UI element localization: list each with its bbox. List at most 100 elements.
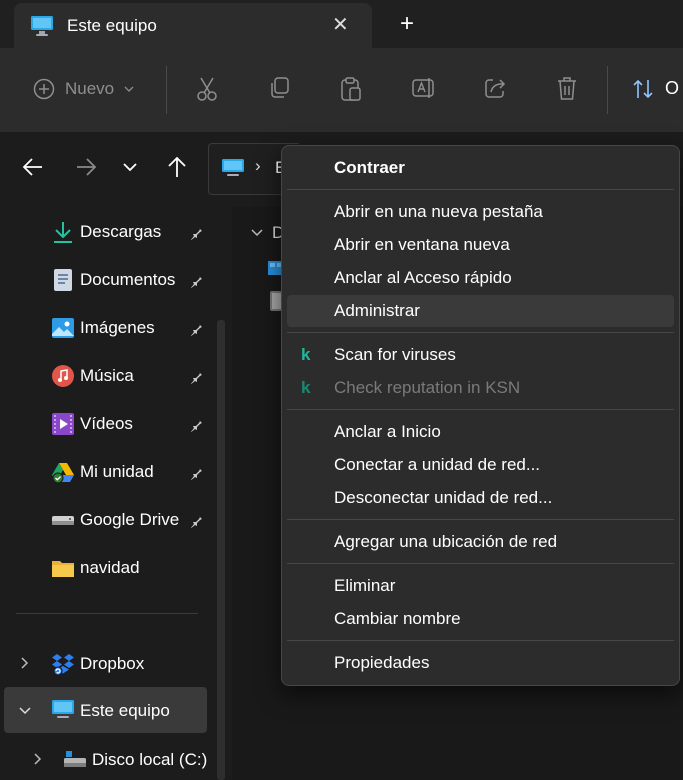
pin-icon [187,272,203,293]
computer-icon [221,158,245,183]
recent-locations-chevron-icon[interactable] [122,161,138,179]
menu-separator [287,409,674,410]
menu-item-map-network-drive[interactable]: Conectar a unidad de red... [287,449,674,481]
sort-label: O [665,78,680,98]
sidebar-item-label: Este equipo [80,701,170,720]
menu-item-add-network-location[interactable]: Agregar una ubicación de red [287,526,674,558]
menu-item-pin-start[interactable]: Anclar a Inicio [287,416,674,448]
pin-icon [187,224,203,245]
tab-este-equipo[interactable]: Este equipo ✕ [14,3,372,48]
menu-item-open-new-window[interactable]: Abrir en ventana nueva [287,229,674,261]
sidebar-item-disco-local[interactable]: Disco local (C:) [0,739,215,779]
download-icon [51,220,75,244]
sidebar-item-label: Vídeos [80,414,133,433]
sidebar-item-navidad[interactable]: navidad [0,547,210,587]
tab-title: Este equipo [67,16,157,35]
forward-arrow-icon[interactable] [75,157,97,182]
menu-item-delete[interactable]: Eliminar [287,570,674,602]
drive-icon [51,508,75,532]
sidebar-item-label: Disco local (C:) [92,750,208,769]
sidebar-item-label: navidad [80,558,140,577]
rename-icon[interactable] [411,76,437,105]
menu-item-label: Eliminar [334,576,396,595]
menu-item-administrar[interactable]: Administrar [287,295,674,327]
sidebar-item-google-drive[interactable]: Google Drive [0,499,210,539]
up-arrow-icon[interactable] [166,155,188,184]
menu-item-properties[interactable]: Propiedades [287,647,674,679]
menu-item-label: Cambiar nombre [334,609,461,628]
menu-item-open-new-tab[interactable]: Abrir en una nueva pestaña [287,196,674,228]
menu-item-pin-quick-access[interactable]: Anclar al Acceso rápido [287,262,674,294]
google-drive-icon [51,460,75,484]
sidebar-item-label: Google Drive [80,510,180,529]
sidebar-item-label: Descargas [80,222,162,241]
pin-icon [187,320,203,341]
sort-button[interactable]: O [632,78,679,100]
close-tab-icon[interactable]: ✕ [332,13,349,37]
new-button[interactable]: Nuevo [33,78,134,100]
menu-item-label: Propiedades [334,653,430,672]
group-chevron-down-icon[interactable] [250,225,264,243]
menu-item-scan-viruses[interactable]: k Scan for viruses [287,339,674,371]
sidebar-item-documentos[interactable]: Documentos [0,259,210,299]
sidebar-item-dropbox[interactable]: Dropbox [0,643,210,683]
sidebar-item-videos[interactable]: Vídeos [0,403,210,443]
chevron-down-icon [124,86,134,92]
videos-icon [51,412,75,436]
sidebar-item-mi-unidad[interactable]: Mi unidad [0,451,210,491]
title-bar: Este equipo ✕ + [0,0,683,48]
disk-icon [63,748,87,772]
chevron-down-icon[interactable] [18,703,32,719]
images-icon [51,316,75,340]
sidebar-item-descargas[interactable]: Descargas [0,211,210,251]
dropbox-icon [51,652,75,676]
kaspersky-icon: k [301,345,311,364]
menu-separator [287,519,674,520]
menu-item-label: Agregar una ubicación de red [334,532,558,551]
plus-circle-icon [33,78,55,100]
menu-item-label: Abrir en ventana nueva [334,235,510,254]
sidebar-item-label: Mi unidad [80,462,154,481]
command-bar: Nuevo O [0,48,683,133]
chevron-right-icon[interactable] [33,752,43,769]
sidebar-item-label: Documentos [80,270,176,289]
delete-icon[interactable] [556,76,578,107]
menu-item-disconnect-network-drive[interactable]: Desconectar unidad de red... [287,482,674,514]
cut-icon[interactable] [196,76,218,107]
sidebar-item-imagenes[interactable]: Imágenes [0,307,210,347]
menu-item-label: Abrir en una nueva pestaña [334,202,543,221]
chevron-right-icon[interactable] [20,656,30,673]
menu-separator [287,189,674,190]
context-menu: Contraer Abrir en una nueva pestaña Abri… [281,145,680,686]
computer-icon [51,699,75,723]
music-icon [51,364,75,388]
documents-icon [51,268,75,292]
share-icon[interactable] [483,76,507,105]
sidebar-scrollbar[interactable] [217,320,225,780]
toolbar-divider [166,66,167,114]
sidebar-item-label: Dropbox [80,654,145,673]
new-button-label: Nuevo [65,79,115,98]
sidebar-item-label: Música [80,366,134,385]
menu-item-label: Scan for viruses [334,345,456,364]
menu-item-label: Check reputation in KSN [334,378,521,397]
copy-icon[interactable] [268,76,290,105]
pin-icon [187,512,203,533]
pin-icon [187,416,203,437]
menu-item-check-reputation: k Check reputation in KSN [287,372,674,404]
new-tab-button[interactable]: + [400,11,414,37]
breadcrumb-separator: › [255,156,261,175]
kaspersky-icon: k [301,378,311,397]
menu-item-rename[interactable]: Cambiar nombre [287,603,674,635]
paste-icon[interactable] [340,76,362,107]
menu-item-label: Desconectar unidad de red... [334,488,553,507]
menu-item-label: Anclar a Inicio [334,422,441,441]
sidebar-item-este-equipo[interactable]: Este equipo [4,687,207,733]
menu-item-label: Administrar [334,301,420,320]
sidebar-item-label: Imágenes [80,318,155,337]
sidebar-item-musica[interactable]: Música [0,355,210,395]
back-arrow-icon[interactable] [22,157,44,182]
menu-item-contraer[interactable]: Contraer [287,152,674,184]
computer-icon [30,15,54,42]
navigation-pane: Descargas Documentos Imágenes Música Víd… [0,207,232,780]
